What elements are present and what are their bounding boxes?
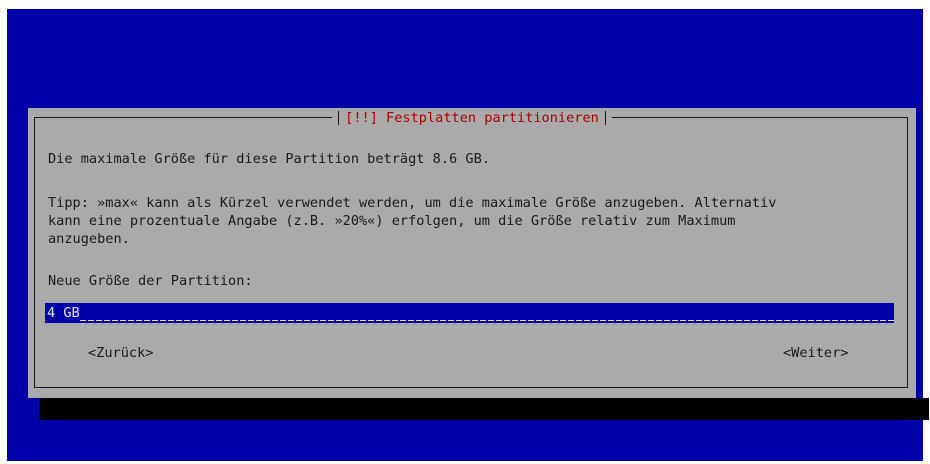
max-size-text: Die maximale Größe für diese Partition b… — [48, 151, 490, 167]
partition-size-input[interactable]: 4 GB — [45, 303, 894, 323]
tip-line-1: Tipp: »max« kann als Kürzel verwendet we… — [48, 195, 777, 211]
title-left-tick — [338, 111, 340, 125]
tip-line-2: kann eine prozentuale Angabe (z.B. »20%«… — [48, 213, 736, 229]
dialog-title-text: [!!] Festplatten partitionieren — [345, 110, 599, 126]
dialog-shadow — [39, 398, 929, 420]
input-underline — [79, 319, 894, 321]
partition-size-dialog: [!!] Festplatten partitionieren Die maxi… — [28, 108, 916, 398]
tip-line-3: anzugeben. — [48, 231, 130, 247]
next-button[interactable]: <Weiter> — [783, 344, 848, 362]
field-label: Neue Größe der Partition: — [48, 273, 253, 289]
dialog-title-bar: [!!] Festplatten partitionieren — [28, 108, 916, 128]
partition-size-value[interactable]: 4 GB — [47, 303, 80, 323]
back-button[interactable]: <Zurück> — [88, 344, 153, 362]
title-right-tick — [604, 111, 606, 125]
dialog-title: [!!] Festplatten partitionieren — [332, 108, 612, 128]
